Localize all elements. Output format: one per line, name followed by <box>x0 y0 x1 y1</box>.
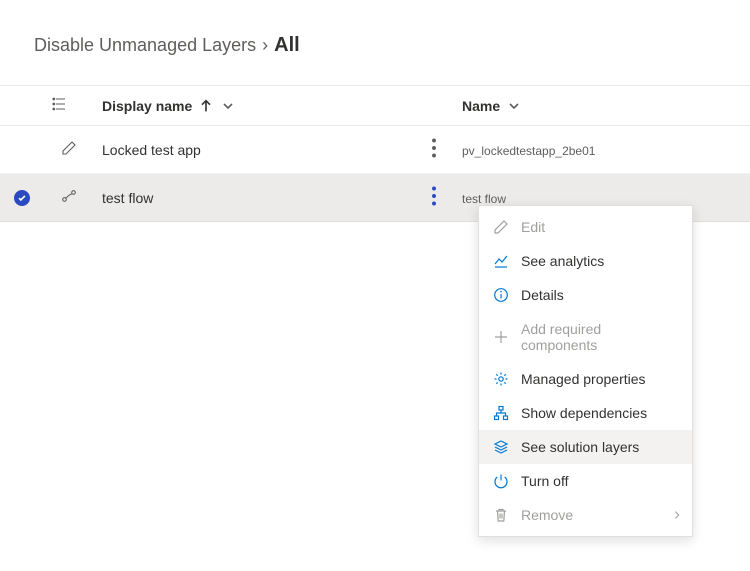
hierarchy-icon <box>493 405 509 421</box>
plus-icon <box>493 329 509 345</box>
gear-icon <box>493 371 509 387</box>
menu-label: See analytics <box>521 253 604 269</box>
flow-icon <box>61 188 77 204</box>
row-more-button[interactable] <box>422 184 446 208</box>
menu-label: Add required components <box>521 321 678 353</box>
menu-show-dependencies[interactable]: Show dependencies <box>479 396 692 430</box>
row-more-button[interactable] <box>422 136 446 160</box>
col-display-name[interactable]: Display name <box>94 86 414 126</box>
sort-asc-icon <box>198 98 214 114</box>
chevron-down-icon <box>506 98 522 114</box>
pencil-icon <box>493 219 509 235</box>
menu-edit: Edit <box>479 210 692 244</box>
breadcrumb: Disable Unmanaged Layers › All <box>0 0 750 85</box>
list-icon <box>52 96 68 112</box>
col-select <box>0 86 44 126</box>
menu-label: Show dependencies <box>521 405 647 421</box>
menu-label: Remove <box>521 507 573 523</box>
chevron-down-icon <box>220 98 236 114</box>
solution-grid: Display name Name <box>0 85 750 222</box>
menu-label: Managed properties <box>521 371 646 387</box>
col-actions <box>414 86 454 126</box>
row-select-cell[interactable] <box>0 126 44 174</box>
menu-see-solution-layers[interactable]: See solution layers <box>479 430 692 464</box>
col-display-name-label: Display name <box>102 98 192 114</box>
menu-remove: Remove <box>479 498 692 532</box>
menu-label: Edit <box>521 219 545 235</box>
menu-managed-properties[interactable]: Managed properties <box>479 362 692 396</box>
power-icon <box>493 473 509 489</box>
trash-icon <box>493 507 509 523</box>
row-type-cell <box>44 174 94 222</box>
breadcrumb-current: All <box>274 34 300 57</box>
analytics-icon <box>493 253 509 269</box>
menu-label: Turn off <box>521 473 568 489</box>
info-icon <box>493 287 509 303</box>
context-menu: Edit See analytics Details Add required … <box>478 205 693 537</box>
row-display-name[interactable]: test flow <box>94 174 414 222</box>
chevron-right-icon <box>672 507 682 523</box>
layers-icon <box>493 439 509 455</box>
table-row[interactable]: Locked test app pv_lockedtestapp_2be01 <box>0 126 750 174</box>
breadcrumb-parent[interactable]: Disable Unmanaged Layers <box>34 35 256 56</box>
menu-label: See solution layers <box>521 439 639 455</box>
check-icon <box>14 190 30 206</box>
menu-label: Details <box>521 287 564 303</box>
menu-add-required-components: Add required components <box>479 312 692 362</box>
col-type[interactable] <box>44 86 94 126</box>
col-name-label: Name <box>462 98 500 114</box>
row-display-name[interactable]: Locked test app <box>94 126 414 174</box>
menu-turn-off[interactable]: Turn off <box>479 464 692 498</box>
menu-details[interactable]: Details <box>479 278 692 312</box>
menu-see-analytics[interactable]: See analytics <box>479 244 692 278</box>
row-name: pv_lockedtestapp_2be01 <box>462 144 595 158</box>
row-type-cell <box>44 126 94 174</box>
row-name: test flow <box>462 192 506 206</box>
col-name[interactable]: Name <box>454 86 750 126</box>
row-select-cell[interactable] <box>0 174 44 222</box>
pencil-icon <box>61 140 77 156</box>
chevron-right-icon: › <box>262 35 268 56</box>
